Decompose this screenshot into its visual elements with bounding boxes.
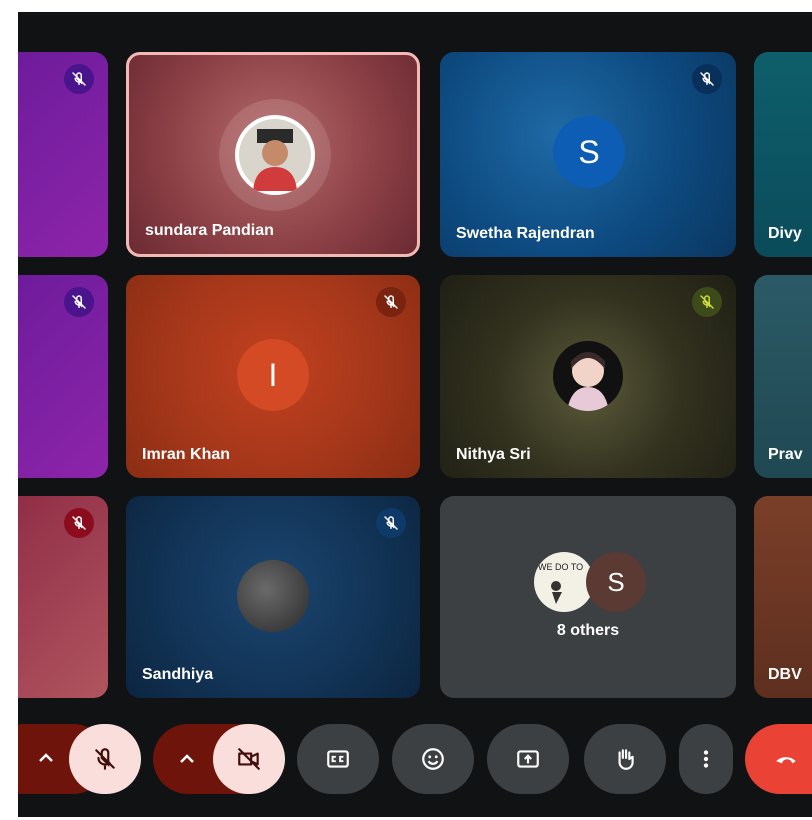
- meeting-screen: sundara Pandian S Swetha Rajendran Divy …: [18, 12, 812, 817]
- participant-name: Imran Khan: [142, 446, 231, 463]
- others-avatar-thumbnail: WE DO TO: [534, 552, 594, 612]
- chevron-up-icon: [180, 754, 194, 763]
- participant-name: Sandhiya: [142, 666, 214, 683]
- mic-off-icon: [692, 287, 722, 317]
- participant-name: DBV: [768, 666, 802, 683]
- participant-tile-nithya-sri[interactable]: Nithya Sri: [440, 275, 736, 478]
- participant-tile-partial-left-3[interactable]: [18, 496, 108, 698]
- participant-tile-sundara-pandian[interactable]: sundara Pandian: [126, 52, 420, 257]
- participant-name: Nithya Sri: [456, 446, 531, 463]
- chevron-up-icon: [39, 753, 53, 762]
- mic-off-icon: [64, 508, 94, 538]
- present-icon: [517, 750, 539, 768]
- participant-name: Divy: [768, 225, 802, 242]
- participant-tile-swetha-rajendran[interactable]: S Swetha Rajendran: [440, 52, 736, 257]
- others-tile[interactable]: WE DO TO S 8 others: [440, 496, 736, 698]
- participant-name: sundara Pandian: [145, 222, 274, 239]
- end-call-icon: [776, 757, 796, 764]
- participant-tile-sandhiya[interactable]: Sandhiya: [126, 496, 420, 698]
- avatar: I: [237, 339, 309, 411]
- raise-hand-icon: [618, 749, 634, 770]
- avatar: [553, 341, 623, 411]
- participant-tile-partial-right-3[interactable]: DBV: [754, 496, 812, 698]
- videocam-off-icon: [238, 748, 260, 770]
- more-options-button[interactable]: [679, 724, 733, 794]
- mic-off-icon: [376, 287, 406, 317]
- participant-tile-partial-left-1[interactable]: [18, 52, 108, 257]
- mic-toggle-button[interactable]: [69, 724, 141, 794]
- mic-off-icon: [95, 748, 115, 770]
- participant-tile-partial-right-2[interactable]: Prav: [754, 275, 812, 478]
- avatar: [237, 560, 309, 632]
- participant-name: Prav: [768, 446, 803, 463]
- mic-off-icon: [692, 64, 722, 94]
- avatar: [235, 115, 315, 195]
- others-avatar-initial: S: [586, 552, 646, 612]
- mic-off-icon: [376, 508, 406, 538]
- avatar: S: [553, 116, 625, 188]
- participant-tile-imran-khan[interactable]: I Imran Khan: [126, 275, 420, 478]
- present-button[interactable]: [487, 724, 569, 794]
- captions-icon: [327, 750, 349, 768]
- reactions-button[interactable]: [392, 724, 474, 794]
- camera-toggle-button[interactable]: [213, 724, 285, 794]
- mic-off-icon: [64, 287, 94, 317]
- end-call-button[interactable]: [745, 724, 812, 794]
- others-count-label: 8 others: [556, 622, 620, 639]
- emoji-icon: [422, 748, 444, 770]
- more-icon: [703, 750, 709, 768]
- captions-button[interactable]: [297, 724, 379, 794]
- participant-tile-partial-left-2[interactable]: [18, 275, 108, 478]
- participant-tile-partial-right-1[interactable]: Divy: [754, 52, 812, 257]
- raise-hand-button[interactable]: [584, 724, 666, 794]
- participant-name: Swetha Rajendran: [456, 225, 595, 242]
- mic-off-icon: [64, 64, 94, 94]
